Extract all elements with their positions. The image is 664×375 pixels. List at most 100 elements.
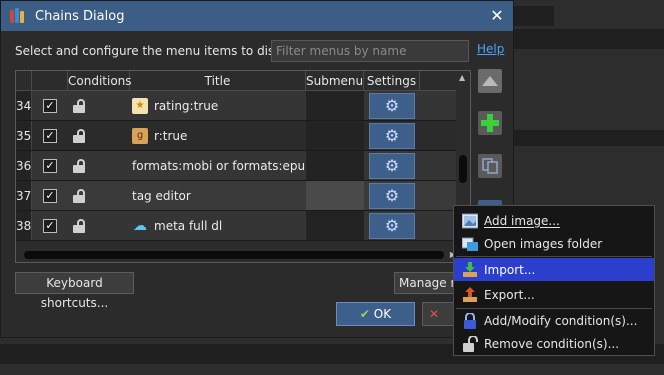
submenu-cell[interactable] xyxy=(306,151,364,180)
scroll-up-icon[interactable]: ▲ xyxy=(459,73,465,82)
menu-item-add-modify-conditions[interactable]: Add/Modify condition(s)... xyxy=(454,309,654,332)
cloud-download-icon: ☁ xyxy=(133,217,147,234)
table-row[interactable]: 34 ✓ ★ rating:true ⚙ xyxy=(16,91,458,121)
vertical-scroll-thumb[interactable] xyxy=(459,155,467,183)
lock-open-icon[interactable] xyxy=(73,218,85,233)
folder-image-icon xyxy=(461,236,478,252)
horizontal-scroll-thumb[interactable] xyxy=(24,251,444,259)
help-link[interactable]: Help xyxy=(477,42,504,56)
menu-item-label: Import... xyxy=(484,262,536,277)
lock-open-icon[interactable] xyxy=(73,128,85,143)
header-conditions[interactable]: Conditions xyxy=(68,71,132,91)
title-text: tag editor xyxy=(132,188,191,203)
move-up-button[interactable] xyxy=(478,69,502,93)
title-cell[interactable]: ★ rating:true xyxy=(130,91,306,120)
horizontal-scrollbar[interactable]: ▶ xyxy=(16,248,458,262)
manage-button[interactable]: Manage m xyxy=(394,272,458,294)
books-app-icon xyxy=(9,7,27,25)
enabled-checkbox[interactable]: ✓ xyxy=(43,188,57,203)
lock-open-icon[interactable] xyxy=(73,98,85,113)
image-icon xyxy=(461,213,479,229)
chains-dialog: Chains Dialog ✕ Select and configure the… xyxy=(0,0,514,338)
enabled-checkbox[interactable]: ✓ xyxy=(43,158,57,173)
row-number: 36 xyxy=(16,151,32,180)
submenu-cell[interactable] xyxy=(306,91,364,120)
title-cell[interactable]: formats:mobi or formats:epu... xyxy=(130,151,306,180)
menu-item-label: Export... xyxy=(484,287,535,302)
bookmark-g-icon: g xyxy=(132,127,148,144)
enabled-checkbox[interactable]: ✓ xyxy=(43,98,57,113)
menu-item-import[interactable]: Import... xyxy=(454,258,654,281)
table-row[interactable]: 38 ✓ ☁ meta full dl ⚙ xyxy=(16,211,458,241)
menu-item-open-images-folder[interactable]: Open images folder xyxy=(454,232,654,255)
table-header: Conditions Title Submenu Settings xyxy=(16,71,458,91)
table-row[interactable]: 37 ✓ tag editor ⚙ xyxy=(16,181,458,211)
menu-item-label: Open images folder xyxy=(484,236,603,251)
menu-item-export[interactable]: Export... xyxy=(454,283,654,306)
gear-icon: ⚙ xyxy=(384,126,400,145)
menu-item-add-image[interactable]: Add image... xyxy=(454,209,654,232)
window-title: Chains Dialog xyxy=(35,8,125,24)
header-number xyxy=(16,71,32,91)
lock-open-icon xyxy=(462,334,478,352)
copy-item-button[interactable] xyxy=(478,154,502,178)
lock-open-icon[interactable] xyxy=(73,188,85,203)
arrow-up-icon xyxy=(482,76,498,86)
enabled-checkbox[interactable]: ✓ xyxy=(43,218,57,233)
row-number: 38 xyxy=(16,211,32,240)
background-panel xyxy=(514,29,664,49)
lock-open-icon[interactable] xyxy=(73,158,85,173)
ok-label: OK xyxy=(373,307,392,321)
filter-input[interactable] xyxy=(271,40,469,62)
header-submenu[interactable]: Submenu xyxy=(306,71,364,91)
settings-button[interactable]: ⚙ xyxy=(369,182,415,209)
gear-icon: ⚙ xyxy=(384,96,400,115)
submenu-cell[interactable] xyxy=(306,121,364,150)
title-cell[interactable]: tag editor xyxy=(130,181,306,210)
title-text: meta full dl xyxy=(154,218,223,233)
add-item-button[interactable] xyxy=(478,111,502,135)
header-settings[interactable]: Settings xyxy=(364,71,420,91)
keyboard-shortcuts-button[interactable]: Keyboard shortcuts... xyxy=(15,272,134,310)
header-enabled xyxy=(32,71,68,91)
background-panel xyxy=(514,6,554,26)
title-cell[interactable]: ☁ meta full dl xyxy=(130,211,306,240)
enabled-checkbox[interactable]: ✓ xyxy=(43,128,57,143)
row-number: 37 xyxy=(16,181,32,210)
menu-separator xyxy=(456,256,652,257)
submenu-cell[interactable] xyxy=(306,181,364,210)
export-icon xyxy=(462,286,478,303)
settings-button[interactable]: ⚙ xyxy=(369,212,415,239)
import-icon xyxy=(462,261,478,278)
settings-button[interactable]: ⚙ xyxy=(369,152,415,179)
title-text: formats:mobi or formats:epu... xyxy=(132,158,306,173)
title-cell[interactable]: g r:true xyxy=(130,121,306,150)
submenu-cell[interactable] xyxy=(306,211,364,240)
menu-item-remove-conditions[interactable]: Remove condition(s)... xyxy=(454,332,654,355)
title-bar: Chains Dialog ✕ xyxy=(1,1,513,31)
ok-button[interactable]: ✔ OK xyxy=(336,302,415,326)
title-text: r:true xyxy=(154,128,188,143)
table-row[interactable]: 36 ✓ formats:mobi or formats:epu... ⚙ xyxy=(16,151,458,181)
instructions-label: Select and configure the menu items to d… xyxy=(15,44,303,58)
settings-button[interactable]: ⚙ xyxy=(369,122,415,149)
close-icon[interactable]: ✕ xyxy=(487,6,507,26)
background-panel xyxy=(514,130,664,146)
row-number: 34 xyxy=(16,91,32,120)
table-row[interactable]: 35 ✓ g r:true ⚙ xyxy=(16,121,458,151)
row-number: 35 xyxy=(16,121,32,150)
header-title[interactable]: Title xyxy=(130,71,306,91)
star-rating-icon: ★ xyxy=(132,97,148,114)
menu-items-table: Conditions Title Submenu Settings 34 ✓ ★… xyxy=(15,70,471,263)
menu-item-label: Remove condition(s)... xyxy=(484,336,620,351)
menu-item-label: Add/Modify condition(s)... xyxy=(484,313,638,328)
manage-label: Manage m xyxy=(399,276,458,290)
checkmark-icon: ✔ xyxy=(359,307,370,321)
keyboard-shortcuts-label: Keyboard shortcuts... xyxy=(40,276,109,310)
copy-icon xyxy=(482,158,498,174)
cancel-button[interactable]: ✕ xyxy=(422,302,456,326)
gear-icon: ⚙ xyxy=(384,186,400,205)
settings-button[interactable]: ⚙ xyxy=(369,92,415,119)
context-menu: Add image... Open images folder Import..… xyxy=(453,205,655,356)
plus-icon xyxy=(481,114,499,132)
